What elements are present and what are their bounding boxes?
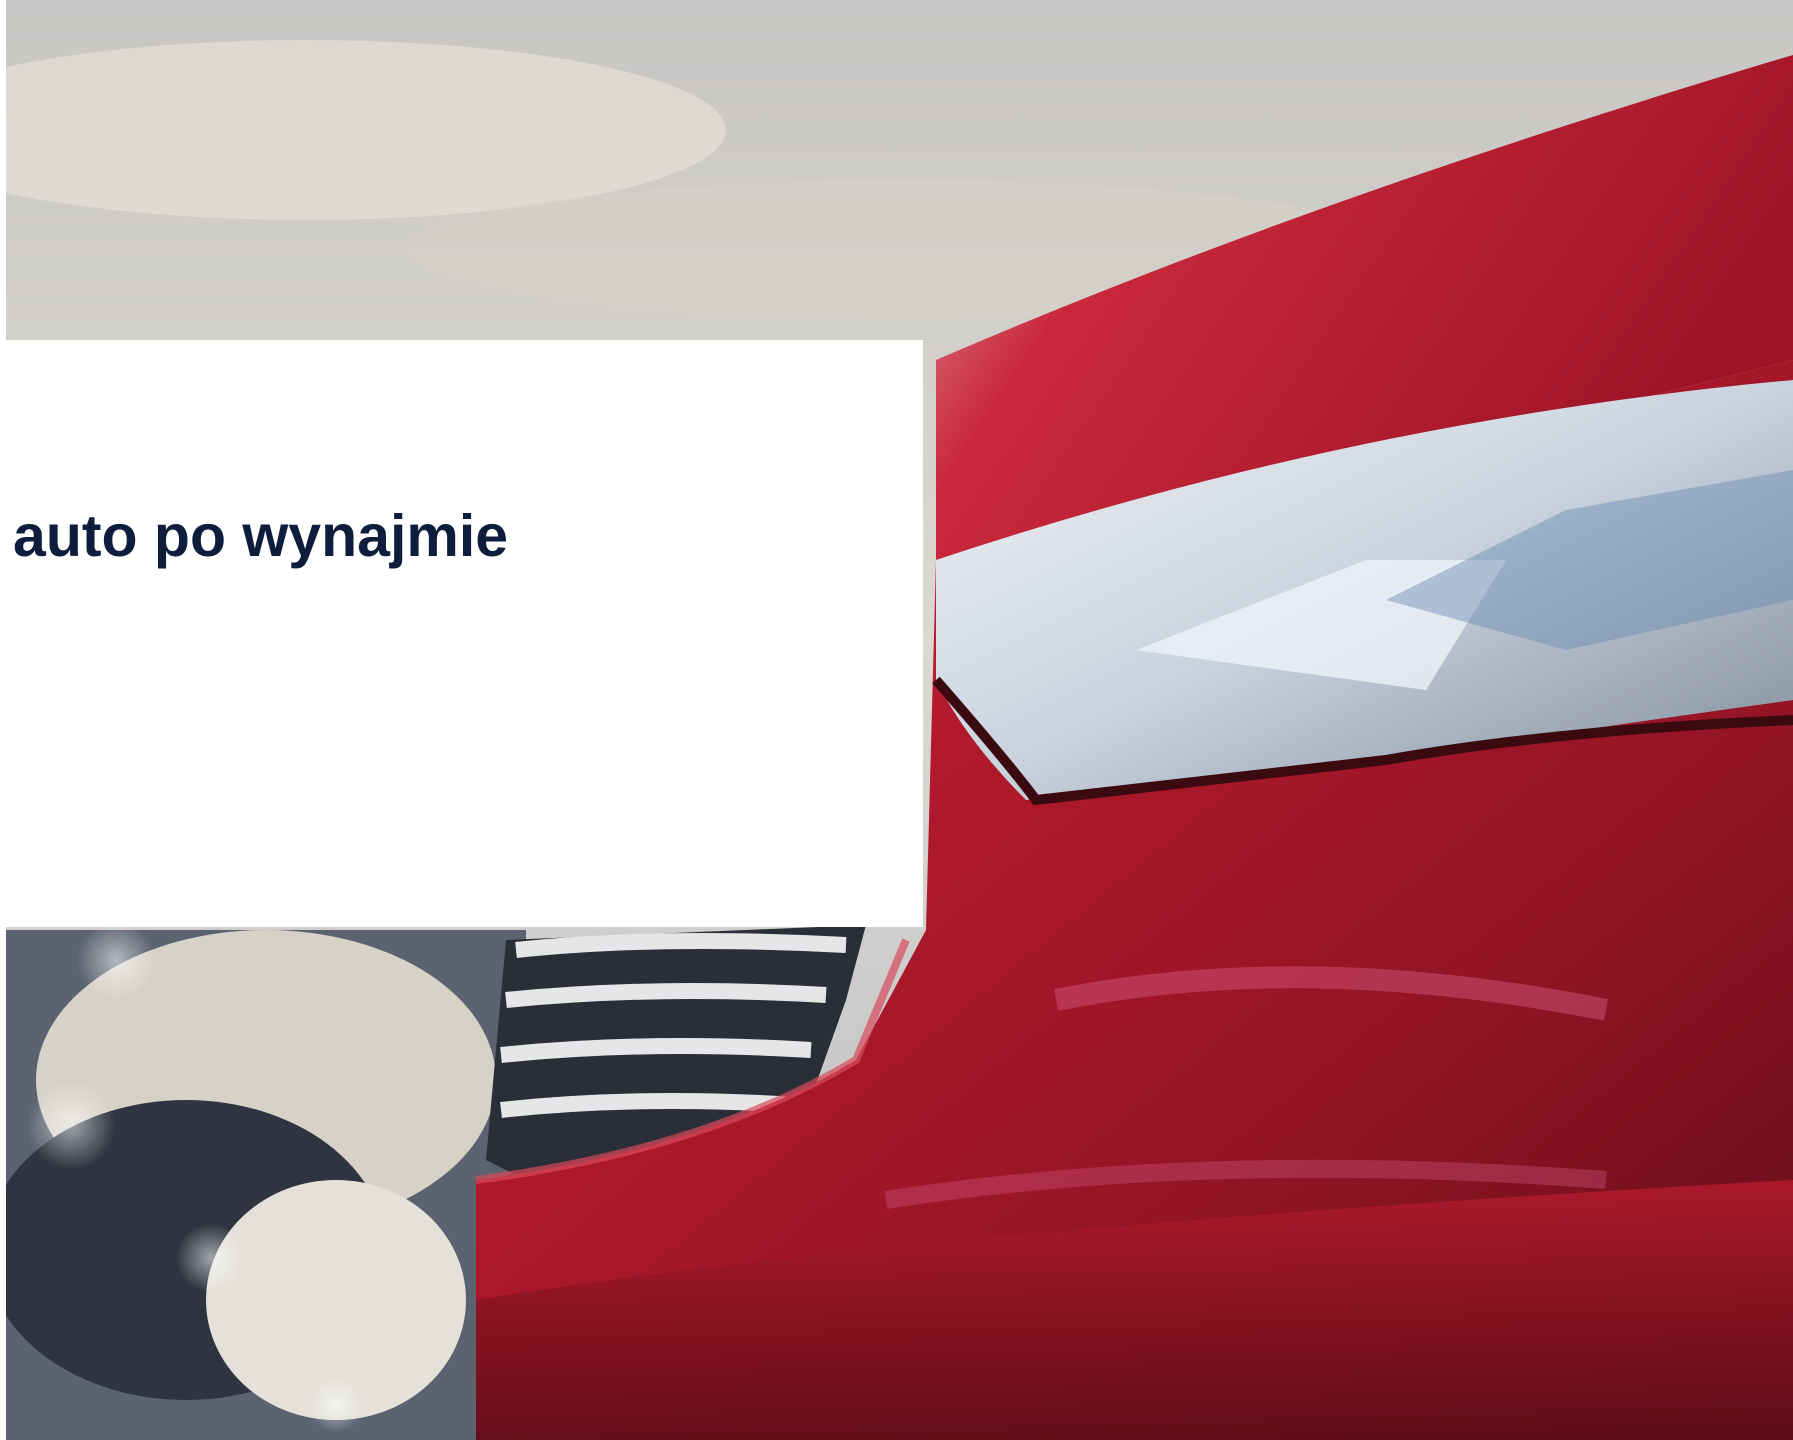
slide-title: auto po wynajmie [13, 503, 509, 569]
slide: auto po wynajmie [0, 0, 1793, 1440]
caption-panel [0, 340, 923, 927]
